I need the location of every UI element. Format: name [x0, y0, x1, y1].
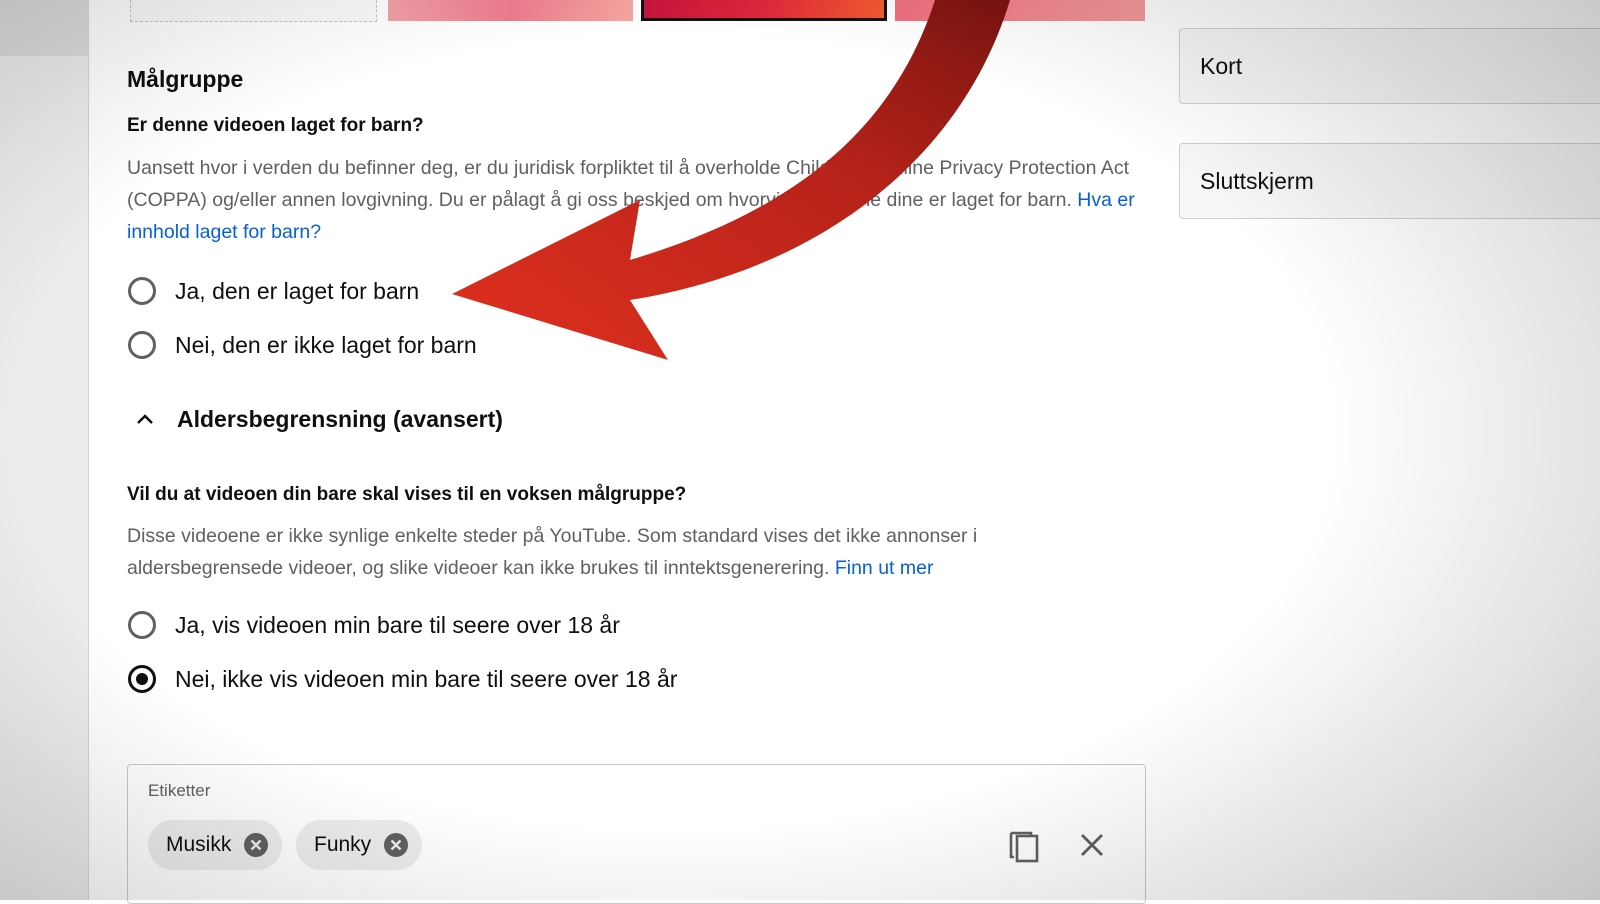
rail-item[interactable]	[0, 0, 88, 56]
radio-age-restrict-yes[interactable]: Ja, vis videoen min bare til seere over …	[128, 611, 620, 639]
radio-age-restrict-no[interactable]: Nei, ikke vis videoen min bare til seere…	[128, 665, 677, 693]
thumbnail-option-selected[interactable]	[641, 0, 887, 21]
learn-more-link[interactable]: Finn ut mer	[835, 557, 934, 579]
radio-label: Nei, ikke vis videoen min bare til seere…	[175, 665, 678, 692]
chevron-up-icon	[137, 413, 153, 424]
tag-chip-label: Funky	[314, 833, 372, 856]
radio-made-for-kids-yes[interactable]: Ja, den er laget for barn	[128, 277, 419, 305]
radio-label: Ja, den er laget for barn	[175, 277, 420, 304]
tag-chip[interactable]: Musikk	[148, 820, 283, 870]
radio-button-selected[interactable]	[128, 665, 156, 693]
age-restriction-description: Disse videoene er ikke synlige enkelte s…	[127, 520, 1027, 584]
tags-label: Etiketter	[148, 781, 211, 800]
thumbnail-option[interactable]	[895, 0, 1145, 21]
close-icon	[1081, 834, 1103, 856]
age-restriction-label: Aldersbegrensning (avansert)	[177, 406, 503, 432]
thumbnail-strip	[130, 0, 1145, 22]
radio-label: Nei, den er ikke laget for barn	[175, 331, 477, 358]
made-for-kids-question: Er denne videoen laget for barn?	[127, 115, 424, 136]
left-navigation-rail	[0, 0, 89, 900]
tag-chip[interactable]: Funky	[296, 820, 423, 870]
radio-button[interactable]	[128, 611, 156, 639]
cards-panel-button[interactable]: Kort	[1179, 28, 1600, 104]
audience-section-title: Målgruppe	[127, 66, 244, 92]
age-restriction-toggle[interactable]: Aldersbegrensning (avansert)	[133, 406, 503, 433]
copy-tags-button[interactable]	[1006, 827, 1042, 863]
end-screen-label: Sluttskjerm	[1200, 167, 1314, 194]
thumbnail-option[interactable]	[388, 0, 633, 21]
coppa-description: Uansett hvor i verden du befinner deg, e…	[127, 152, 1137, 248]
radio-label: Ja, vis videoen min bare til seere over …	[175, 611, 620, 638]
tags-input[interactable]: Etiketter Musikk Funky	[127, 764, 1146, 904]
cards-label: Kort	[1200, 52, 1243, 79]
copy-icon	[1009, 831, 1039, 863]
remove-tag-icon[interactable]	[243, 832, 269, 858]
clear-tags-button[interactable]	[1074, 827, 1110, 863]
remove-tag-icon[interactable]	[383, 832, 409, 858]
radio-button[interactable]	[128, 277, 156, 305]
upload-thumbnail-slot[interactable]	[130, 0, 377, 22]
tag-chip-label: Musikk	[166, 833, 232, 856]
end-screen-panel-button[interactable]: Sluttskjerm	[1179, 143, 1600, 219]
adult-audience-question: Vil du at videoen din bare skal vises ti…	[127, 484, 687, 505]
coppa-description-text: Uansett hvor i verden du befinner deg, e…	[127, 157, 1129, 211]
radio-button[interactable]	[128, 331, 156, 359]
radio-made-for-kids-no[interactable]: Nei, den er ikke laget for barn	[128, 331, 477, 359]
